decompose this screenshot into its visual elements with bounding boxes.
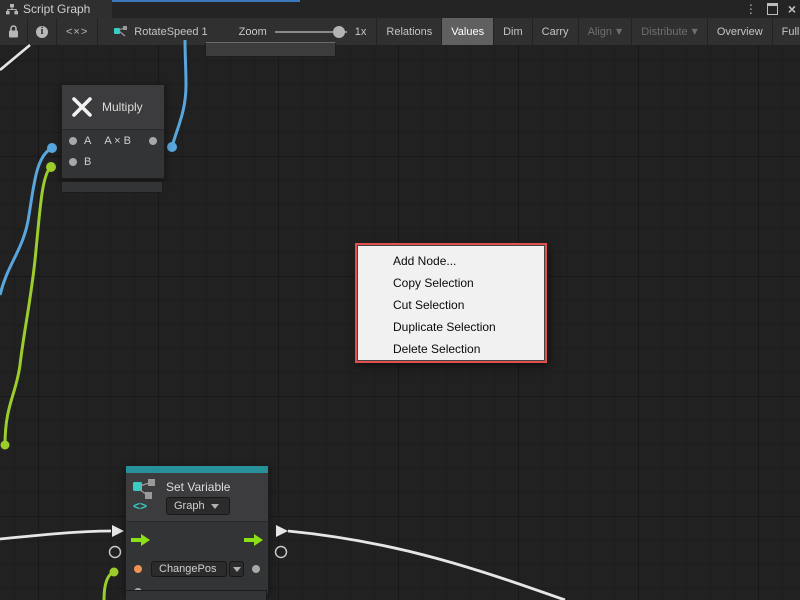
port-result-label: A × B bbox=[104, 135, 131, 147]
script-graph-window: Script Graph ⋮ × i <×> RotateS bbox=[0, 0, 800, 600]
graph-title-field[interactable] bbox=[205, 42, 336, 57]
wire-white-flow-in[interactable] bbox=[0, 531, 111, 539]
variable-output-port[interactable] bbox=[252, 565, 260, 573]
variable-value-port[interactable] bbox=[134, 565, 142, 573]
wire-cap-blue-a[interactable] bbox=[47, 143, 57, 153]
set-variable-body: ChangePos bbox=[126, 522, 268, 594]
multiply-port-row-b: B bbox=[62, 151, 164, 178]
set-variable-title: Set Variable bbox=[166, 480, 230, 494]
set-variable-icon: <> bbox=[132, 478, 160, 512]
flow-input-arrow[interactable] bbox=[131, 534, 150, 546]
wire-cap-green-bottom-left[interactable] bbox=[1, 441, 10, 450]
variable-name-dropdown[interactable]: ChangePos bbox=[151, 561, 227, 577]
flow-in-triangle[interactable] bbox=[112, 525, 124, 537]
wire-blue-output[interactable] bbox=[172, 40, 186, 147]
ring-port-left[interactable] bbox=[110, 547, 121, 558]
wire-white-topleft[interactable] bbox=[0, 45, 30, 70]
set-variable-header[interactable]: <> Set Variable Graph bbox=[126, 473, 268, 522]
wire-cap-green-b[interactable] bbox=[46, 162, 56, 172]
multiply-node-title: Multiply bbox=[102, 100, 143, 114]
port-b-input[interactable] bbox=[69, 158, 77, 166]
port-a-label: A bbox=[84, 135, 91, 147]
multiply-port-row-a: A A × B bbox=[62, 130, 164, 151]
menu-item-add-node[interactable]: Add Node... bbox=[357, 250, 545, 272]
chevron-down-icon bbox=[211, 504, 219, 509]
ring-port-right[interactable] bbox=[276, 547, 287, 558]
set-variable-node-footer bbox=[125, 590, 267, 600]
port-a-input[interactable] bbox=[69, 137, 77, 145]
menu-item-cut-selection[interactable]: Cut Selection bbox=[357, 294, 545, 316]
variable-kind-dropdown[interactable]: Graph bbox=[166, 497, 230, 515]
wire-cap-green-bottom[interactable] bbox=[110, 568, 119, 577]
selection-highlight-bar bbox=[126, 466, 268, 473]
multiply-node-footer bbox=[61, 181, 163, 193]
context-menu: Add Node... Copy Selection Cut Selection… bbox=[355, 243, 547, 363]
multiply-node-header[interactable]: Multiply bbox=[62, 85, 164, 130]
wire-blue-input-a[interactable] bbox=[0, 148, 52, 295]
set-variable-node[interactable]: <> Set Variable Graph bbox=[125, 465, 269, 595]
multiply-node[interactable]: Multiply A A × B B bbox=[61, 84, 165, 179]
wire-cap-blue-out[interactable] bbox=[167, 142, 177, 152]
wire-green-left[interactable] bbox=[5, 167, 51, 445]
flow-out-triangle[interactable] bbox=[276, 525, 288, 537]
wire-white-flow-out[interactable] bbox=[288, 531, 565, 600]
multiply-x-icon bbox=[70, 95, 94, 119]
menu-item-duplicate-selection[interactable]: Duplicate Selection bbox=[357, 316, 545, 338]
variable-name-dropdown-arrow[interactable] bbox=[229, 561, 244, 577]
port-result-output[interactable] bbox=[149, 137, 157, 145]
port-b-label: B bbox=[84, 156, 91, 168]
menu-item-copy-selection[interactable]: Copy Selection bbox=[357, 272, 545, 294]
menu-item-delete-selection[interactable]: Delete Selection bbox=[357, 338, 545, 360]
chevron-down-icon bbox=[233, 567, 241, 572]
flow-output-arrow[interactable] bbox=[244, 534, 263, 546]
svg-text:<>: <> bbox=[133, 499, 147, 512]
